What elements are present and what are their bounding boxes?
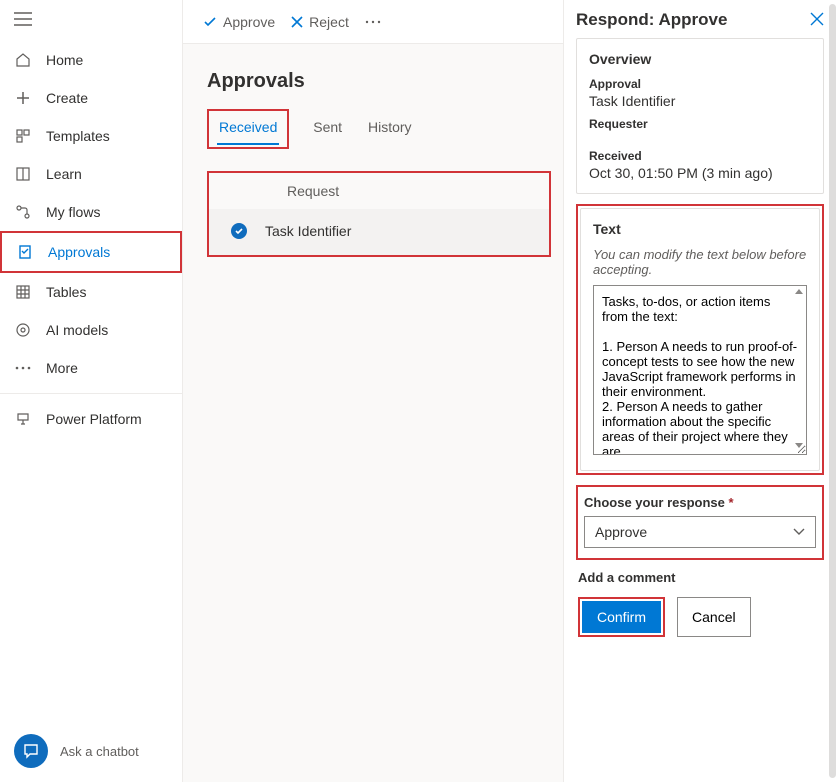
close-button[interactable] bbox=[810, 12, 824, 29]
approvals-icon bbox=[16, 243, 34, 261]
platform-icon bbox=[14, 410, 32, 428]
sidebar-label: AI models bbox=[46, 322, 108, 338]
overview-heading: Overview bbox=[589, 51, 811, 67]
received-label: Received bbox=[589, 149, 811, 163]
sidebar-label: Templates bbox=[46, 128, 110, 144]
scroll-down-icon bbox=[795, 443, 803, 448]
received-value: Oct 30, 01:50 PM (3 min ago) bbox=[589, 165, 811, 181]
tab-received[interactable]: Received bbox=[217, 111, 279, 145]
chatbot-launcher[interactable]: Ask a chatbot bbox=[0, 720, 182, 782]
ellipsis-icon bbox=[365, 20, 381, 24]
text-body-input[interactable] bbox=[593, 285, 807, 455]
sidebar-item-create[interactable]: Create bbox=[0, 79, 182, 117]
toolbar-approve-label: Approve bbox=[223, 14, 275, 30]
book-icon bbox=[14, 165, 32, 183]
sidebar-item-more[interactable]: More bbox=[0, 349, 182, 387]
scroll-up-icon bbox=[795, 289, 803, 294]
panel-scrollbar[interactable] bbox=[829, 4, 836, 778]
sidebar-label: Learn bbox=[46, 166, 82, 182]
response-label: Choose your response * bbox=[584, 495, 816, 510]
tab-history[interactable]: History bbox=[366, 111, 414, 143]
ai-icon bbox=[14, 321, 32, 339]
comment-label: Add a comment bbox=[578, 570, 822, 585]
sidebar-label: Create bbox=[46, 90, 88, 106]
sidebar-label: Home bbox=[46, 52, 83, 68]
sidebar: Home Create Templates Learn My flows App… bbox=[0, 0, 183, 782]
toolbar-more[interactable] bbox=[365, 20, 381, 24]
approval-row[interactable]: Task Identifier bbox=[209, 209, 549, 255]
x-icon bbox=[291, 16, 303, 28]
overview-card: Overview Approval Task Identifier Reques… bbox=[576, 38, 824, 194]
check-icon bbox=[203, 15, 217, 29]
approval-value: Task Identifier bbox=[589, 93, 811, 109]
approval-label: Approval bbox=[589, 77, 811, 91]
sidebar-label: Power Platform bbox=[46, 411, 142, 427]
sidebar-item-approvals[interactable]: Approvals bbox=[0, 231, 182, 273]
sidebar-label: My flows bbox=[46, 204, 100, 220]
divider bbox=[0, 393, 182, 394]
sidebar-item-aimodels[interactable]: AI models bbox=[0, 311, 182, 349]
chat-icon bbox=[14, 734, 48, 768]
respond-panel: Respond: Approve Overview Approval Task … bbox=[563, 0, 836, 782]
panel-title: Respond: Approve bbox=[576, 10, 727, 30]
hamburger-icon bbox=[14, 12, 32, 26]
sidebar-item-tables[interactable]: Tables bbox=[0, 273, 182, 311]
status-check-icon bbox=[231, 223, 247, 239]
home-icon bbox=[14, 51, 32, 69]
response-value: Approve bbox=[595, 524, 647, 540]
hamburger-menu[interactable] bbox=[0, 0, 182, 41]
close-icon bbox=[810, 12, 824, 26]
flow-icon bbox=[14, 203, 32, 221]
sidebar-item-home[interactable]: Home bbox=[0, 41, 182, 79]
toolbar-reject-label: Reject bbox=[309, 14, 349, 30]
text-hint: You can modify the text below before acc… bbox=[593, 247, 807, 277]
plus-icon bbox=[14, 89, 32, 107]
templates-icon bbox=[14, 127, 32, 145]
column-header-request: Request bbox=[209, 173, 549, 209]
tab-sent[interactable]: Sent bbox=[311, 111, 344, 143]
requester-label: Requester bbox=[589, 117, 811, 131]
chevron-down-icon bbox=[793, 528, 805, 536]
page-title: Approvals bbox=[207, 70, 539, 93]
response-select[interactable]: Approve bbox=[584, 516, 816, 548]
text-card: Text You can modify the text below befor… bbox=[580, 208, 820, 471]
sidebar-label: Approvals bbox=[48, 244, 110, 260]
main-area: Approve Reject Approvals Received Sent H… bbox=[183, 0, 563, 782]
sidebar-label: Tables bbox=[46, 284, 86, 300]
text-heading: Text bbox=[593, 221, 807, 237]
confirm-button[interactable]: Confirm bbox=[582, 601, 661, 633]
tables-icon bbox=[14, 283, 32, 301]
toolbar-approve[interactable]: Approve bbox=[203, 14, 275, 30]
toolbar: Approve Reject bbox=[183, 0, 563, 44]
sidebar-label: More bbox=[46, 360, 78, 376]
sidebar-item-myflows[interactable]: My flows bbox=[0, 193, 182, 231]
sidebar-item-platform[interactable]: Power Platform bbox=[0, 400, 182, 438]
toolbar-reject[interactable]: Reject bbox=[291, 14, 349, 30]
row-title: Task Identifier bbox=[265, 223, 351, 239]
cancel-button[interactable]: Cancel bbox=[677, 597, 751, 637]
sidebar-item-templates[interactable]: Templates bbox=[0, 117, 182, 155]
chatbot-label: Ask a chatbot bbox=[60, 744, 139, 759]
sidebar-item-learn[interactable]: Learn bbox=[0, 155, 182, 193]
more-icon bbox=[14, 359, 32, 377]
